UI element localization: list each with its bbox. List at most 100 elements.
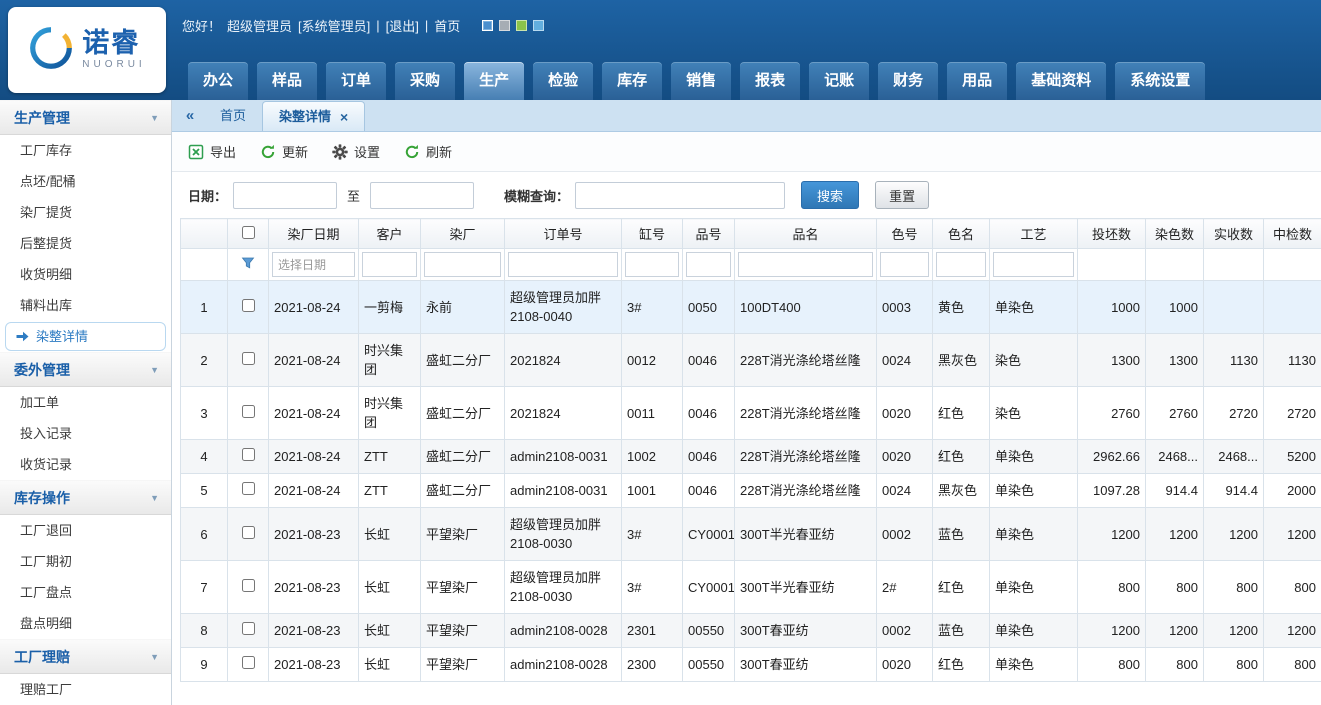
export-button[interactable]: 导出 — [188, 142, 236, 161]
home-link[interactable]: 首页 — [434, 16, 460, 35]
column-header[interactable]: 色名 — [933, 219, 990, 249]
sidebar-item-active[interactable]: 染整详情 — [5, 322, 166, 351]
fuzzy-query-input[interactable] — [575, 182, 785, 209]
row-checkbox[interactable] — [242, 579, 255, 592]
table-row[interactable]: 72021-08-23长虹平望染厂超级管理员加胖2108-00303#CY000… — [181, 561, 1321, 614]
row-checkbox[interactable] — [242, 352, 255, 365]
tab[interactable]: 首页 — [204, 101, 262, 131]
column-header[interactable]: 缸号 — [622, 219, 683, 249]
column-filter-input[interactable] — [508, 252, 618, 277]
date-to-input[interactable] — [370, 182, 474, 209]
sidebar-item[interactable]: 工厂盘点 — [0, 577, 171, 608]
nav-tab-11[interactable]: 财务 — [878, 62, 938, 100]
nav-tab-3[interactable]: 订单 — [326, 62, 386, 100]
sidebar-item[interactable]: 工厂退回 — [0, 515, 171, 546]
row-checkbox[interactable] — [242, 656, 255, 669]
date-filter-input[interactable] — [272, 252, 355, 277]
date-from-input[interactable] — [233, 182, 337, 209]
logout-link[interactable]: [退出] — [386, 16, 419, 35]
sidebar-item[interactable]: 投入记录 — [0, 418, 171, 449]
table-row[interactable]: 82021-08-23长虹平望染厂admin2108-0028230100550… — [181, 614, 1321, 648]
column-header[interactable]: 色号 — [877, 219, 933, 249]
nav-tab-14[interactable]: 系统设置 — [1115, 62, 1205, 100]
sidebar-item[interactable]: 收货记录 — [0, 449, 171, 480]
table-row[interactable]: 52021-08-24ZTT盛虹二分厂admin2108-00311001004… — [181, 474, 1321, 508]
nav-tab-2[interactable]: 样品 — [257, 62, 317, 100]
sidebar-section-header[interactable]: 委外管理▼ — [0, 352, 171, 387]
table-row[interactable]: 32021-08-24时兴集团盛虹二分厂202182400110046228T消… — [181, 387, 1321, 440]
nav-tab-10[interactable]: 记账 — [809, 62, 869, 100]
sidebar-item[interactable]: 工厂库存 — [0, 135, 171, 166]
toolbar: 导出 更新 设置 刷新 — [172, 132, 1321, 172]
column-header[interactable]: 品名 — [735, 219, 877, 249]
sidebar-section-header[interactable]: 工厂理赔▼ — [0, 639, 171, 674]
sidebar-item[interactable]: 辅料出库 — [0, 290, 171, 321]
search-button[interactable]: 搜索 — [801, 181, 859, 209]
tab-active[interactable]: 染整详情× — [262, 101, 365, 131]
column-header[interactable]: 染厂日期 — [269, 219, 359, 249]
column-filter-input[interactable] — [625, 252, 679, 277]
column-filter-input[interactable] — [880, 252, 929, 277]
table-row[interactable]: 92021-08-23长虹平望染厂admin2108-0028230000550… — [181, 648, 1321, 682]
column-filter-input[interactable] — [738, 252, 873, 277]
filter-funnel-icon[interactable] — [241, 256, 255, 270]
close-icon[interactable]: × — [340, 110, 348, 124]
column-filter-input[interactable] — [686, 252, 731, 277]
sidebar-section-header[interactable]: 生产管理▼ — [0, 100, 171, 135]
sidebar-section-header[interactable]: 库存操作▼ — [0, 480, 171, 515]
column-header[interactable]: 染色数 — [1146, 219, 1204, 249]
tab-scroll-left[interactable]: « — [176, 101, 204, 131]
nav-tab-13[interactable]: 基础资料 — [1016, 62, 1106, 100]
row-checkbox[interactable] — [242, 299, 255, 312]
column-filter-input[interactable] — [936, 252, 986, 277]
theme-swatch-4[interactable] — [533, 20, 544, 31]
table-row[interactable]: 22021-08-24时兴集团盛虹二分厂202182400120046228T消… — [181, 334, 1321, 387]
sidebar-item[interactable]: 加工单 — [0, 387, 171, 418]
row-checkbox[interactable] — [242, 448, 255, 461]
sidebar-item[interactable]: 后整提货 — [0, 228, 171, 259]
nav-tab-8[interactable]: 销售 — [671, 62, 731, 100]
sidebar-item[interactable]: 点坯/配桶 — [0, 166, 171, 197]
column-filter-input[interactable] — [993, 252, 1074, 277]
sidebar-item[interactable]: 盘点明细 — [0, 608, 171, 639]
sidebar-item[interactable]: 收货明细 — [0, 259, 171, 290]
row-checkbox[interactable] — [242, 482, 255, 495]
refresh-button[interactable]: 刷新 — [404, 142, 452, 161]
nav-tab-1[interactable]: 办公 — [188, 62, 248, 100]
sidebar-item[interactable]: 工厂期初 — [0, 546, 171, 577]
update-button[interactable]: 更新 — [260, 142, 308, 161]
nav-tab-4[interactable]: 采购 — [395, 62, 455, 100]
row-checkbox[interactable] — [242, 526, 255, 539]
table-row[interactable]: 62021-08-23长虹平望染厂超级管理员加胖2108-00303#CY000… — [181, 508, 1321, 561]
column-header[interactable]: 中检数 — [1264, 219, 1321, 249]
row-checkbox[interactable] — [242, 622, 255, 635]
table-row[interactable]: 42021-08-24ZTT盛虹二分厂admin2108-00311002004… — [181, 440, 1321, 474]
select-all-checkbox[interactable] — [242, 226, 255, 239]
nav-tab-9[interactable]: 报表 — [740, 62, 800, 100]
column-header[interactable]: 实收数 — [1204, 219, 1264, 249]
nav-tab-5[interactable]: 生产 — [464, 62, 524, 100]
column-filter-input[interactable] — [424, 252, 501, 277]
reset-button[interactable]: 重置 — [875, 181, 929, 209]
column-filter-input[interactable] — [362, 252, 417, 277]
table-row[interactable]: 12021-08-24一剪梅永前超级管理员加胖2108-00403#005010… — [181, 281, 1321, 334]
column-header[interactable]: 订单号 — [505, 219, 622, 249]
theme-swatch-1[interactable] — [482, 20, 493, 31]
settings-button[interactable]: 设置 — [332, 142, 380, 161]
theme-swatch-3[interactable] — [516, 20, 527, 31]
cell: 染色 — [990, 387, 1078, 440]
nav-tab-7[interactable]: 库存 — [602, 62, 662, 100]
row-checkbox[interactable] — [242, 405, 255, 418]
sidebar-item[interactable]: 染厂提货 — [0, 197, 171, 228]
nav-tab-6[interactable]: 检验 — [533, 62, 593, 100]
cell: 228T消光涤纶塔丝隆 — [735, 334, 877, 387]
theme-swatch-2[interactable] — [499, 20, 510, 31]
column-header[interactable]: 品号 — [683, 219, 735, 249]
column-header[interactable]: 客户 — [359, 219, 421, 249]
column-header[interactable]: 染厂 — [421, 219, 505, 249]
cell: 单染色 — [990, 281, 1078, 334]
column-header[interactable]: 投坯数 — [1078, 219, 1146, 249]
column-header[interactable]: 工艺 — [990, 219, 1078, 249]
sidebar-item[interactable]: 理赔工厂 — [0, 674, 171, 705]
nav-tab-12[interactable]: 用品 — [947, 62, 1007, 100]
